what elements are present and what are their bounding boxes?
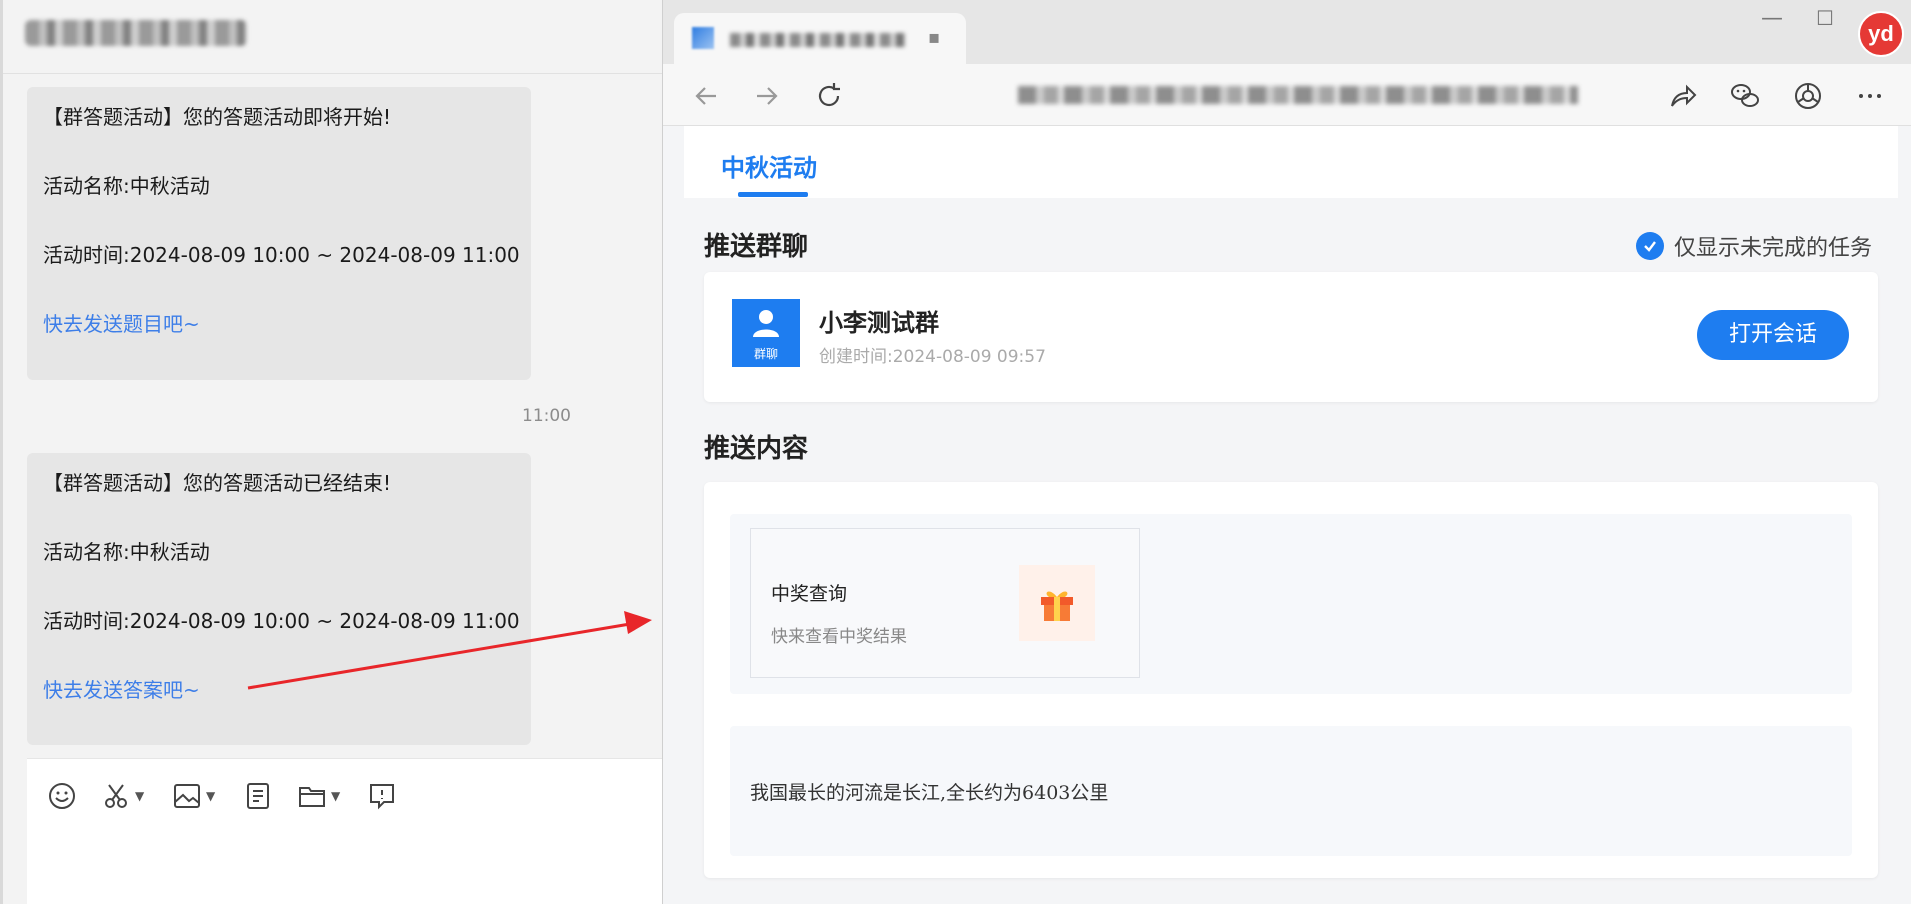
browser-extension-icon[interactable]: [1792, 80, 1824, 112]
prize-card-title: 中奖查询: [771, 583, 848, 605]
chat-history-button[interactable]: [367, 779, 397, 813]
unfinished-only-filter[interactable]: 仅显示未完成的任务: [1636, 230, 1872, 262]
share-icon[interactable]: [1667, 80, 1699, 112]
send-questions-link[interactable]: 快去发送题目吧~: [43, 308, 200, 337]
folder-icon: [299, 787, 325, 807]
message-bubble: 【群答题活动】您的答题活动已经结束! 活动名称:中秋活动 活动时间:2024-0…: [27, 453, 531, 745]
open-conversation-button[interactable]: 打开会话: [1697, 310, 1849, 360]
group-avatar: 群聊: [732, 299, 800, 367]
chevron-down-icon[interactable]: ▼: [206, 789, 215, 803]
scissors-icon: [105, 784, 127, 808]
chat-title-redacted: [25, 20, 247, 46]
note-button[interactable]: [243, 779, 273, 813]
screenshot-button[interactable]: ▼: [101, 779, 144, 813]
tab-title-redacted: [730, 33, 906, 47]
group-card: 群聊 小李测试群 创建时间:2024-08-09 09:57 打开会话: [704, 272, 1878, 402]
minimize-icon[interactable]: —: [1761, 6, 1783, 31]
note-icon: [247, 783, 269, 809]
tab-mid-autumn[interactable]: 中秋活动: [721, 148, 817, 183]
push-item: 中奖查询 快来查看中奖结果: [730, 514, 1852, 694]
message-activity-name: 活动名称:中秋活动: [43, 174, 210, 198]
forward-icon[interactable]: [751, 80, 783, 112]
active-tab-indicator: [738, 192, 808, 197]
group-created-time: 创建时间:2024-08-09 09:57: [819, 347, 1046, 367]
wechat-icon[interactable]: [1729, 80, 1761, 112]
message-activity-time: 活动时间:2024-08-09 10:00 ~ 2024-08-09 11:00: [43, 609, 520, 633]
chevron-down-icon[interactable]: ▼: [135, 789, 144, 803]
push-text-message: 我国最长的河流是长江,全长约为6403公里: [750, 782, 1109, 804]
send-answers-link[interactable]: 快去发送答案吧~: [43, 674, 200, 703]
push-content-card: 中奖查询 快来查看中奖结果 我国最长的河流是长江,全长约为6403公里: [704, 482, 1878, 878]
chevron-down-icon[interactable]: ▼: [331, 789, 340, 803]
chat-window: 【群答题活动】您的答题活动即将开始! 活动名称:中秋活动 活动时间:2024-0…: [0, 0, 673, 904]
maximize-icon[interactable]: ☐: [1816, 6, 1834, 30]
file-button[interactable]: ▼: [297, 779, 340, 813]
browser-titlebar: ▪ — ☐ yd: [663, 0, 1911, 64]
checkmark-icon[interactable]: [1636, 232, 1664, 260]
prize-query-card[interactable]: 中奖查询 快来查看中奖结果: [750, 528, 1140, 678]
favicon-icon: [692, 27, 714, 49]
back-icon[interactable]: [690, 80, 722, 112]
group-avatar-label: 群聊: [753, 347, 778, 361]
youdao-avatar[interactable]: yd: [1858, 11, 1904, 57]
emoji-icon: [49, 783, 75, 809]
more-icon[interactable]: [1854, 80, 1886, 112]
message-activity-name: 活动名称:中秋活动: [43, 540, 210, 564]
image-button[interactable]: ▼: [172, 779, 215, 813]
prize-card-subtitle: 快来查看中奖结果: [771, 627, 907, 647]
gift-icon: [1019, 565, 1095, 641]
message-header: 【群答题活动】您的答题活动即将开始!: [43, 105, 392, 129]
refresh-icon[interactable]: [813, 80, 845, 112]
web-page: 中秋活动 推送群聊 仅显示未完成的任务 群聊 小李测试群 创建时间:2024-0…: [663, 126, 1911, 904]
message-timestamp: 11:00: [522, 406, 571, 426]
browser-toolbar: [663, 64, 1911, 126]
message-composer[interactable]: ▼ ▼ ▼: [27, 758, 673, 904]
image-icon: [174, 784, 200, 808]
chat-bubble-icon: [370, 784, 394, 810]
emoji-button[interactable]: [47, 779, 77, 813]
group-section-title: 推送群聊: [704, 232, 809, 262]
browser-tab[interactable]: ▪: [674, 13, 966, 64]
address-bar-redacted[interactable]: [1018, 86, 1578, 104]
message-activity-time: 活动时间:2024-08-09 10:00 ~ 2024-08-09 11:00: [43, 243, 520, 267]
desktop: 【群答题活动】您的答题活动即将开始! 活动名称:中秋活动 活动时间:2024-0…: [0, 0, 1911, 904]
browser-window: ▪ — ☐ yd 中秋活动 推送群聊 仅显示未完成的任务 群聊 小李测试群 创建…: [662, 0, 1911, 904]
group-name: 小李测试群: [819, 309, 939, 337]
content-section-title: 推送内容: [704, 434, 809, 464]
chat-header: [3, 0, 673, 74]
group-people-icon: [753, 310, 779, 337]
pin-icon[interactable]: ▪: [928, 27, 940, 48]
message-bubble: 【群答题活动】您的答题活动即将开始! 活动名称:中秋活动 活动时间:2024-0…: [27, 87, 531, 380]
activity-tabs: 中秋活动: [684, 126, 1898, 198]
push-item: 我国最长的河流是长江,全长约为6403公里: [730, 726, 1852, 856]
filter-label: 仅显示未完成的任务: [1674, 236, 1873, 261]
message-header: 【群答题活动】您的答题活动已经结束!: [43, 471, 392, 495]
